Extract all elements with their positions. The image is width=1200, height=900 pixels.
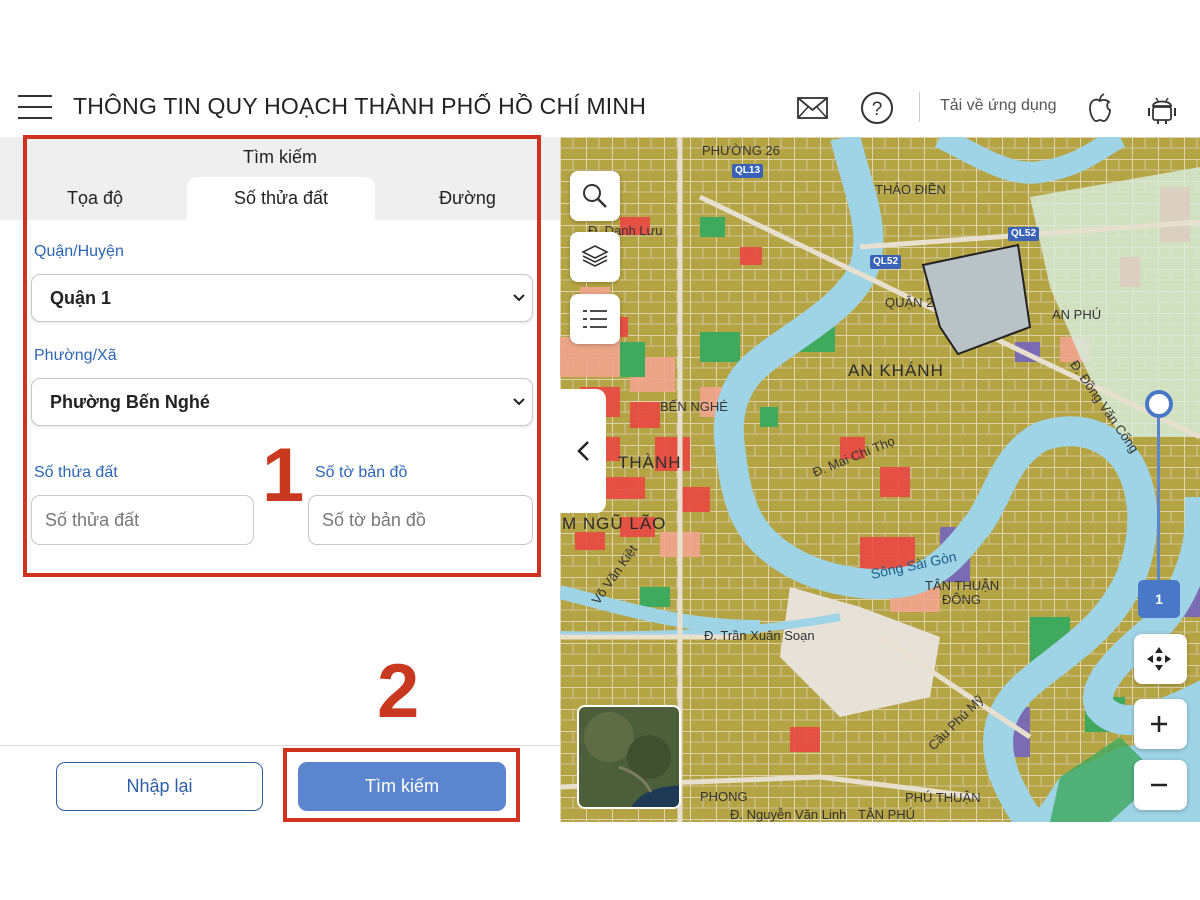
- map-label: QUẬN 2: [885, 295, 934, 310]
- reset-button[interactable]: Nhập lại: [56, 762, 263, 811]
- map-label: TÂN PHÚ: [858, 807, 916, 822]
- map-sheet-input[interactable]: [308, 495, 533, 545]
- chevron-down-icon: [513, 294, 525, 302]
- mail-icon[interactable]: [795, 90, 831, 126]
- zoom-out-icon: [1151, 783, 1167, 787]
- search-heading: Tìm kiếm: [243, 147, 317, 167]
- map-legend-button[interactable]: [570, 294, 620, 344]
- list-icon: [583, 310, 607, 328]
- map-label: PHÚ THUẬN: [905, 790, 981, 805]
- collapse-arrow-icon: [577, 441, 589, 461]
- layers-icon: [581, 245, 609, 267]
- ward-select[interactable]: Phường Bến Nghé: [31, 378, 533, 426]
- road-shield: QL52: [870, 255, 902, 269]
- header-separator: [919, 92, 920, 122]
- app-window: THÔNG TIN QUY HOẠCH THÀNH PHỐ HỒ CHÍ MIN…: [0, 0, 1200, 900]
- help-icon[interactable]: ?: [859, 90, 895, 126]
- map-search-button[interactable]: [570, 171, 620, 221]
- map-sheet-label: Số tờ bản đồ: [315, 464, 408, 481]
- annotation-number-1: 1: [262, 433, 305, 518]
- zoom-out-button[interactable]: [1134, 760, 1187, 810]
- map-label: AN KHÁNH: [848, 361, 944, 380]
- collapse-panel-button[interactable]: [560, 389, 606, 513]
- search-button[interactable]: Tìm kiếm: [298, 762, 506, 811]
- road-shield: QL13: [732, 164, 764, 178]
- map-label: BẾN NGHÉ: [660, 399, 728, 414]
- map-label: THẢO ĐIỀN: [875, 182, 946, 197]
- locate-button[interactable]: [1134, 634, 1187, 684]
- tab-coordinates[interactable]: Tọa độ: [30, 177, 160, 220]
- map-label: PHƯỜNG 26: [702, 143, 780, 158]
- locate-icon: [1147, 647, 1171, 671]
- district-label: Quận/Huyện: [34, 243, 124, 260]
- zoom-slider-handle[interactable]: [1145, 390, 1173, 418]
- app-title: THÔNG TIN QUY HOẠCH THÀNH PHỐ HỒ CHÍ MIN…: [73, 93, 647, 119]
- map-layers-button[interactable]: [570, 232, 620, 282]
- map-label: AN PHÚ: [1052, 307, 1102, 322]
- map-label: M NGŨ LÃO: [562, 514, 667, 533]
- annotation-number-2: 2: [377, 649, 420, 734]
- planning-map[interactable]: PHƯỜNG 26 QL13 THẢO ĐIỀN QL52 QL52 QUẬN …: [560, 137, 1200, 822]
- map-label: Đ. Nguyễn Văn Linh: [730, 807, 847, 822]
- satellite-thumbnail: [579, 707, 679, 807]
- panel-action-bar: Nhập lại Tìm kiếm: [0, 745, 560, 822]
- satellite-minimap[interactable]: [577, 705, 681, 809]
- parcel-number-input[interactable]: [31, 495, 254, 545]
- download-app-label: Tải về ứng dụng: [940, 97, 1057, 114]
- map-label: TÂN THUẬN: [925, 578, 1000, 593]
- search-icon: [583, 184, 607, 208]
- android-icon[interactable]: [1144, 90, 1180, 126]
- district-select[interactable]: Quận 1: [31, 274, 533, 322]
- map-label: PHONG: [700, 789, 748, 804]
- map-label: THÀNH: [618, 453, 682, 472]
- map-label: Đ. Trần Xuân Soạn: [704, 628, 815, 643]
- zoom-level-badge: 1: [1138, 580, 1180, 618]
- search-tabs-area: Tìm kiếm Tọa độ Số thửa đất Đường: [0, 137, 560, 220]
- parcel-number-label: Số thửa đất: [34, 464, 118, 481]
- chevron-down-icon: [513, 398, 525, 406]
- top-header: THÔNG TIN QUY HOẠCH THÀNH PHỐ HỒ CHÍ MIN…: [0, 78, 1200, 136]
- road-shield: QL52: [1008, 227, 1040, 241]
- tab-street[interactable]: Đường: [405, 177, 530, 220]
- zoom-slider-track[interactable]: [1157, 407, 1160, 587]
- apple-icon[interactable]: [1082, 90, 1118, 126]
- map-label: ĐÔNG: [942, 592, 981, 607]
- district-value: Quận 1: [50, 288, 112, 308]
- zoom-in-icon: [1151, 716, 1167, 732]
- zoom-in-button[interactable]: [1134, 699, 1187, 749]
- svg-text:?: ?: [872, 99, 883, 120]
- tab-parcel-number[interactable]: Số thửa đất: [187, 177, 375, 220]
- ward-label: Phường/Xã: [34, 347, 117, 364]
- menu-icon[interactable]: [18, 95, 52, 119]
- ward-value: Phường Bến Nghé: [50, 392, 210, 412]
